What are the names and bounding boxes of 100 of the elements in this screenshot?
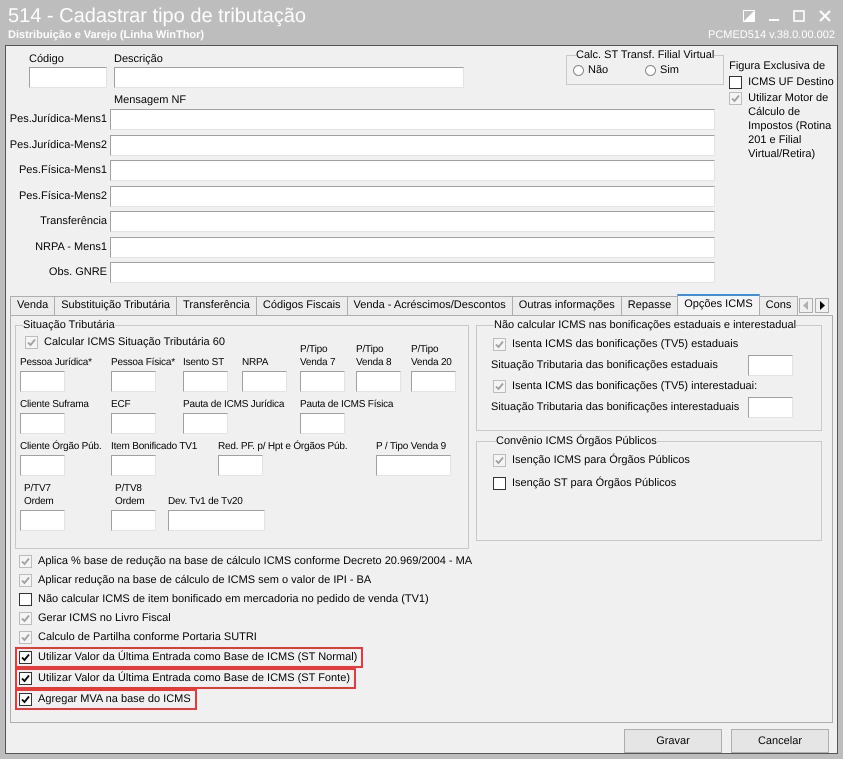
input-field[interactable]	[110, 134, 715, 156]
field-label: Item Bonificado TV1	[111, 440, 198, 453]
checkbox-label: Isenta ICMS das bonificações (TV5) estaduais	[512, 337, 738, 351]
tab[interactable]: Substituição Tributária	[54, 296, 178, 315]
input-field[interactable]	[111, 413, 156, 434]
checkbox-label: Utilizar Valor da Última Entrada como Base de ICMS (ST Normal)	[38, 650, 358, 664]
field-label: Obs. GNRE	[48, 265, 108, 280]
checkbox-label: Isenção ICMS para Órgãos Públicos	[512, 453, 690, 467]
field-label: Cliente Órgão Púb.	[20, 440, 102, 453]
field-label: P / Tipo Venda 9	[376, 440, 448, 453]
scroll-right-icon[interactable]	[815, 298, 830, 313]
program-version: PCMED514 v.38.0.00.002	[708, 28, 835, 42]
group-title: Calc. ST Transf. Filial Virtual	[576, 49, 714, 62]
checkbox-label: Aplica % base de redução na base de cálculo ICMS conforme Decreto 20.969/2004 - MA	[38, 554, 472, 568]
checkbox[interactable]	[19, 672, 32, 685]
field-label: Pauta de ICMS Jurídica	[183, 398, 286, 411]
input-field[interactable]	[20, 413, 65, 434]
field-label: Transferência	[39, 214, 108, 230]
input-field[interactable]	[300, 413, 345, 434]
input-field[interactable]	[242, 371, 287, 392]
input-field[interactable]	[110, 262, 715, 283]
input-field[interactable]	[748, 397, 793, 418]
input-field[interactable]	[20, 510, 65, 531]
checkbox-label: Gerar ICMS no Livro Fiscal	[38, 611, 171, 625]
input-field[interactable]	[376, 455, 451, 476]
input-field[interactable]	[110, 236, 715, 258]
checkbox-label: Calculo de Partilha conforme Portaria SUTRI	[38, 630, 257, 644]
field-label: Pes.Jurídica-Mens2	[8, 138, 108, 153]
restore-icon[interactable]	[743, 10, 755, 22]
checkbox[interactable]	[19, 593, 32, 606]
checkbox-label: Isenta ICMS das bonificações (TV5) interestaduai:	[512, 379, 758, 393]
input-field[interactable]	[183, 413, 228, 434]
checkbox-label: Isenção ST para Órgãos Públicos	[512, 476, 676, 490]
field-label: Pes.Física-Mens1	[18, 163, 108, 178]
tab[interactable]: Outras informações	[512, 296, 622, 315]
section-heading: Mensagem NF	[114, 94, 188, 106]
tab[interactable]: Transferência	[176, 296, 257, 315]
section-heading: Figura Exclusiva de	[729, 59, 826, 73]
field-label: Situação Tributaria das bonificações estaduais	[491, 358, 718, 374]
tab[interactable]: Códigos Fiscais	[256, 296, 348, 315]
group-title: Não calcular ICMS nas bonificações estaduais e interestadual	[494, 319, 796, 332]
checkbox[interactable]	[19, 693, 32, 706]
checkbox[interactable]	[493, 477, 506, 490]
input-field[interactable]	[111, 455, 156, 476]
tab[interactable]: Cons	[758, 296, 798, 315]
window-title: 514 - Cadastrar tipo de tributação	[8, 4, 306, 28]
tab[interactable]: Venda	[10, 296, 56, 315]
field-label: Pessoa Jurídica*	[20, 356, 93, 369]
tab[interactable]: Venda - Acréscimos/Descontos	[346, 296, 513, 315]
input-field[interactable]	[218, 455, 263, 476]
input-field[interactable]	[20, 455, 65, 476]
field-label: Cliente Suframa	[20, 398, 90, 411]
tab[interactable]: Opções ICMS	[677, 294, 760, 315]
field-label: P/TV8 Ordem	[114, 482, 146, 508]
group-title: Situação Tributária	[23, 319, 115, 332]
dialog-button[interactable]: Cancelar	[731, 729, 829, 753]
field-label: Pes.Jurídica-Mens1	[8, 112, 108, 128]
dialog-button[interactable]: Gravar	[624, 729, 722, 753]
checkbox[interactable]	[19, 651, 32, 664]
maximize-icon[interactable]	[793, 10, 805, 22]
input-field[interactable]	[356, 371, 401, 392]
field-label: P/Tipo Venda 8	[356, 343, 392, 369]
close-icon[interactable]	[819, 10, 831, 22]
field-label: Código	[29, 52, 65, 66]
checkbox-label: Utilizar Valor da Última Entrada como Base de ICMS (ST Fonte)	[38, 671, 350, 685]
field-label: Pauta de ICMS Física	[300, 398, 394, 411]
radio-button[interactable]	[645, 64, 656, 76]
input-field[interactable]	[111, 510, 156, 531]
input-field[interactable]	[168, 510, 265, 531]
field-label: Pes.Física-Mens2	[18, 188, 108, 204]
checkbox[interactable]	[729, 76, 742, 89]
input-field[interactable]	[411, 371, 456, 392]
field-label: Red. PF. p/ Hpt e Órgãos Púb.	[218, 440, 348, 453]
input-field[interactable]	[111, 371, 156, 392]
group-title: Convênio ICMS Órgãos Públicos	[496, 435, 657, 448]
checkbox-label: Calcular ICMS Situação Tributária 60	[44, 335, 225, 349]
field-label: NRPA - Mens1	[34, 240, 108, 255]
input-field[interactable]	[110, 211, 715, 232]
input-field[interactable]	[748, 355, 793, 376]
input-field[interactable]	[110, 160, 715, 181]
checkbox-label: ICMS UF Destino	[748, 75, 834, 89]
input-field[interactable]	[183, 371, 228, 392]
field-label: Situação Tributaria das bonificações interestaduais	[491, 400, 740, 416]
input-field[interactable]	[29, 67, 107, 88]
radio-label: Sim	[660, 63, 679, 78]
field-label: Dev. Tv1 de Tv20	[168, 495, 244, 508]
radio-label: Não	[588, 63, 608, 78]
checkbox-label: Não calcular ICMS de item bonificado em mercadoria no pedido de venda (TV1)	[38, 592, 429, 606]
input-field[interactable]	[110, 109, 715, 130]
tab[interactable]: Repasse	[620, 296, 678, 315]
field-label: Pessoa Física*	[111, 356, 176, 369]
checkbox-label: Agregar MVA na base do ICMS	[38, 692, 191, 706]
window-subtitle: Distribuição e Varejo (Linha WinThor)	[8, 28, 206, 42]
input-field[interactable]	[114, 67, 464, 88]
radio-button[interactable]	[573, 64, 584, 76]
input-field[interactable]	[20, 371, 65, 392]
input-field[interactable]	[300, 371, 345, 392]
input-field[interactable]	[110, 186, 715, 206]
field-label: NRPA	[242, 356, 270, 369]
field-label: Isento ST	[183, 356, 225, 369]
